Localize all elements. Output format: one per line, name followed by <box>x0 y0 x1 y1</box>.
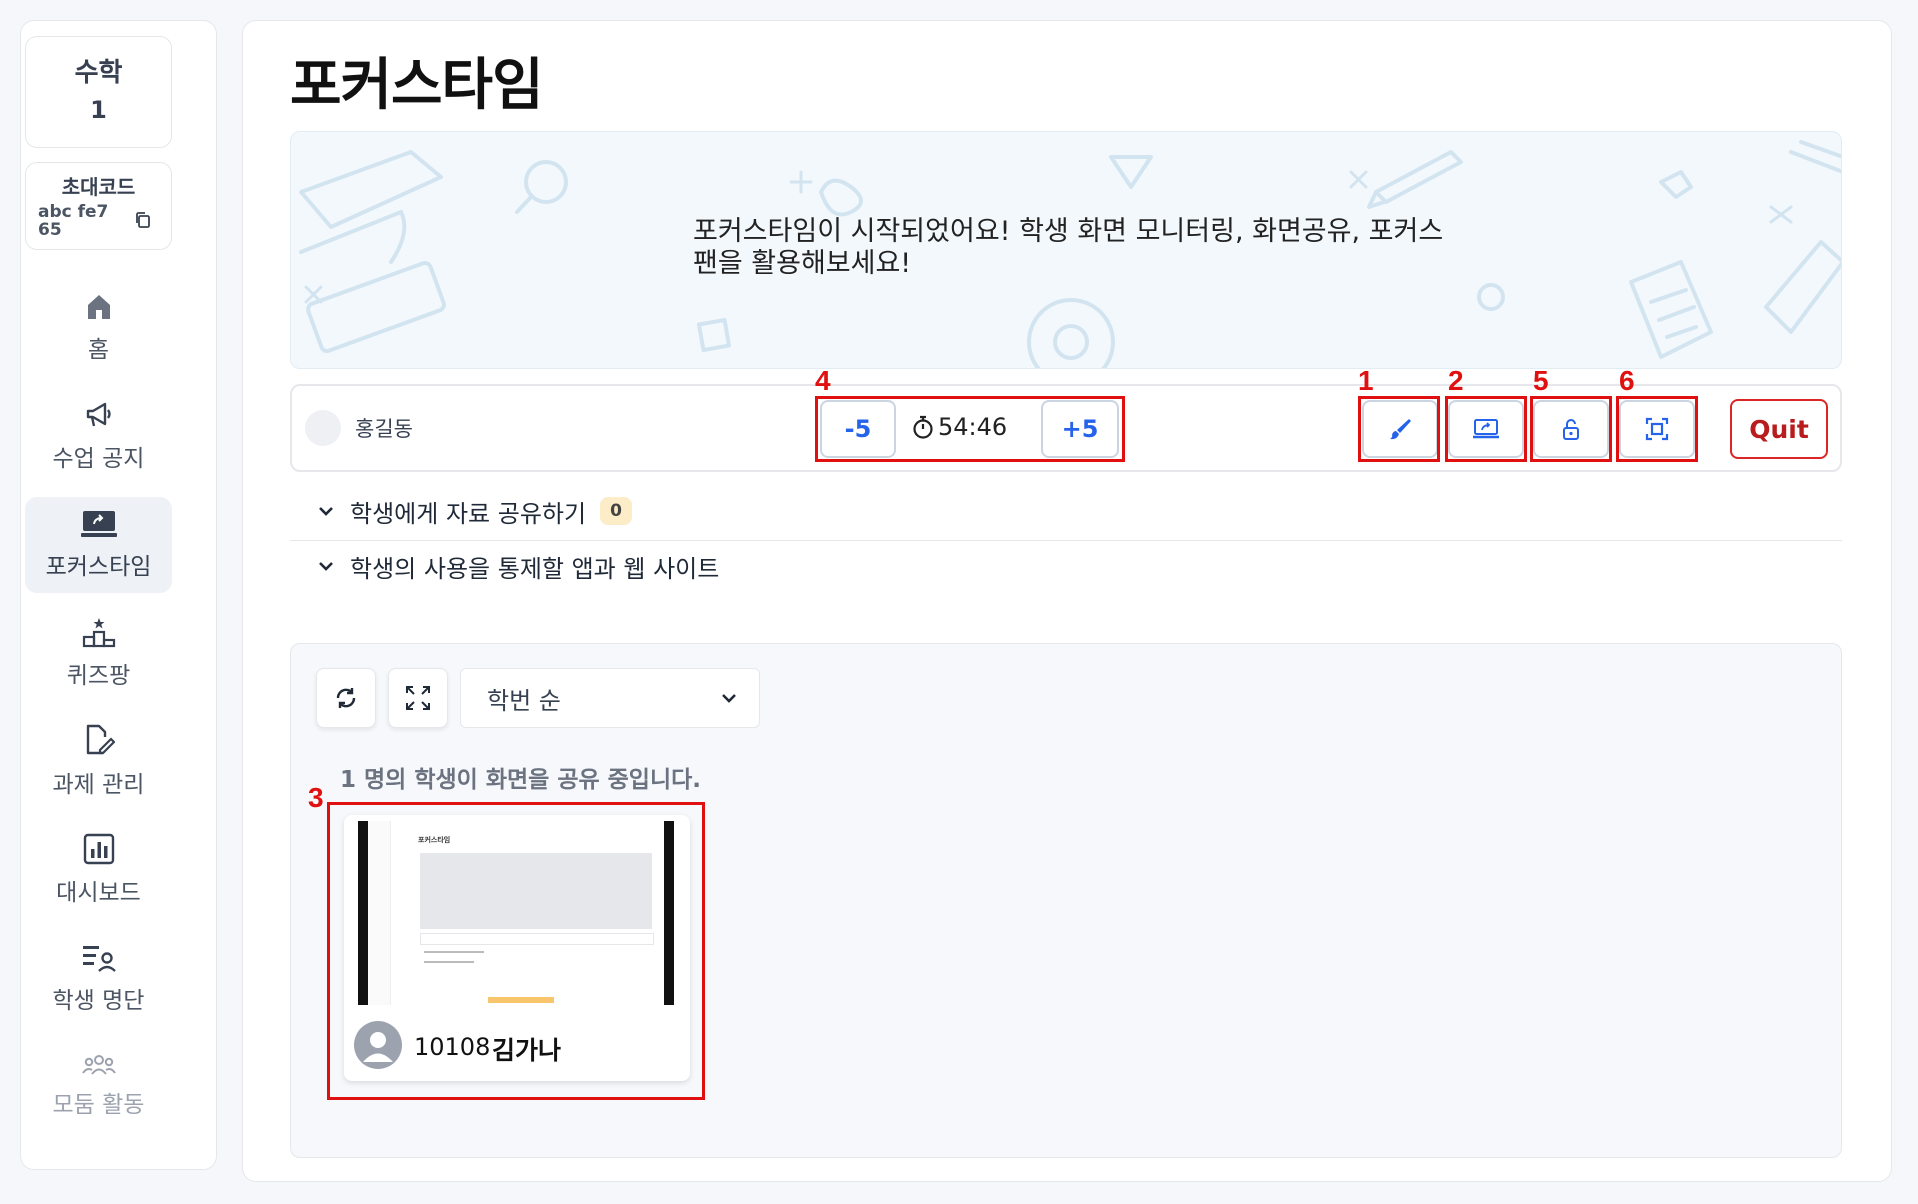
sidebar-item-dashboard[interactable]: 대시보드 <box>25 822 172 918</box>
section-title: 학생의 사용을 통제할 앱과 웹 사이트 <box>350 554 720 583</box>
annotation-label-6: 6 <box>1619 365 1635 396</box>
group-icon <box>81 1055 116 1075</box>
expand-icon <box>406 686 430 710</box>
invite-code-title: 초대코드 <box>61 175 136 199</box>
sidebar-item-quiz[interactable]: 퀴즈팡 <box>25 605 172 701</box>
sidebar-item-assignment[interactable]: 과제 관리 <box>25 713 172 809</box>
timer-plus-button[interactable]: +5 <box>1041 400 1119 458</box>
sidebar-item-label: 과제 관리 <box>52 772 145 798</box>
refresh-icon <box>336 688 356 708</box>
user-list-icon <box>82 946 116 972</box>
focus-frame-icon <box>1645 417 1669 441</box>
chevron-down-icon <box>722 694 736 703</box>
class-name: 수학 <box>74 58 123 88</box>
fullscreen-button[interactable] <box>388 668 448 728</box>
page-title: 포커스타임 <box>290 53 544 118</box>
invite-code-value: abc fe7 65 <box>38 202 109 240</box>
class-number: 1 <box>90 96 107 124</box>
student-card[interactable]: 포커스타임 10108 김가나 <box>344 815 690 1081</box>
stopwatch-icon <box>913 415 933 439</box>
student-id: 10108 <box>414 1033 491 1061</box>
share-status-text: 1 명의 학생이 화면을 공유 중입니다. <box>340 767 702 793</box>
home-icon <box>87 295 110 319</box>
brush-icon <box>1390 419 1411 440</box>
invite-code-card: 초대코드 abc fe7 65 <box>25 162 172 250</box>
student-name: 김가나 <box>492 1036 562 1065</box>
quit-button[interactable]: Quit <box>1730 399 1828 459</box>
timer-minus-button[interactable]: -5 <box>820 400 896 458</box>
thumbnail-title: 포커스타임 <box>418 836 451 844</box>
copy-icon[interactable] <box>134 211 152 229</box>
annotation-label-5: 5 <box>1533 365 1549 396</box>
sidebar-item-label: 포커스타임 <box>45 554 152 580</box>
chevron-down-icon <box>319 562 333 571</box>
bar-chart-icon <box>83 833 114 865</box>
section-title: 학생에게 자료 공유하기 <box>350 499 587 528</box>
sidebar-item-roster[interactable]: 학생 명단 <box>25 930 172 1026</box>
annotation-label-1: 1 <box>1358 365 1374 396</box>
screen-share-icon <box>1473 419 1499 439</box>
screen-share-button[interactable] <box>1448 400 1524 458</box>
focus-pen-button[interactable] <box>1362 400 1438 458</box>
edit-doc-icon <box>86 724 115 755</box>
screen-share-icon <box>80 511 117 537</box>
banner-message: 포커스타임이 시작되었어요! 학생 화면 모니터링, 화면공유, 포커스팬을 활… <box>693 216 1444 279</box>
sidebar-item-label: 홈 <box>87 337 110 363</box>
timer-display: 54:46 <box>912 413 1007 441</box>
banner: 포커스타임이 시작되었어요! 학생 화면 모니터링, 화면공유, 포커스팬을 활… <box>290 131 1842 369</box>
sidebar-item-focustime[interactable]: 포커스타임 <box>25 497 172 593</box>
sidebar-item-label: 대시보드 <box>56 880 141 906</box>
focus-mode-button[interactable] <box>1619 400 1695 458</box>
sidebar-item-label: 수업 공지 <box>52 446 145 472</box>
screen-thumbnail[interactable]: 포커스타임 <box>358 821 674 1005</box>
count-badge: 0 <box>600 497 632 525</box>
avatar <box>354 1021 402 1069</box>
podium-icon <box>82 618 115 648</box>
sidebar-item-home[interactable]: 홈 <box>25 280 172 376</box>
share-materials-section[interactable]: 학생에게 자료 공유하기 0 <box>290 485 1842 537</box>
annotation-label-2: 2 <box>1448 365 1464 396</box>
sidebar-item-label: 학생 명단 <box>52 988 145 1014</box>
app-control-section[interactable]: 학생의 사용을 통제할 앱과 웹 사이트 <box>290 540 1842 592</box>
avatar <box>305 410 341 446</box>
class-card[interactable]: 수학 1 <box>25 36 172 148</box>
screen-lock-button[interactable] <box>1533 400 1609 458</box>
sidebar-item-group[interactable]: 모둠 활동 <box>25 1038 172 1134</box>
lock-icon <box>1563 419 1579 440</box>
timer-value: 54:46 <box>938 413 1008 441</box>
sidebar-item-notice[interactable]: 수업 공지 <box>25 388 172 484</box>
sidebar-item-label: 퀴즈팡 <box>66 663 131 689</box>
teacher-name: 홍길동 <box>355 417 413 441</box>
chevron-down-icon <box>319 507 333 516</box>
annotation-label-3: 3 <box>308 782 324 813</box>
sort-select[interactable]: 학번 순 <box>460 668 760 728</box>
annotation-label-4: 4 <box>815 365 831 396</box>
megaphone-icon <box>86 402 111 427</box>
sort-value: 학번 순 <box>487 686 561 715</box>
sidebar-item-label: 모둠 활동 <box>52 1092 145 1118</box>
refresh-button[interactable] <box>316 668 376 728</box>
